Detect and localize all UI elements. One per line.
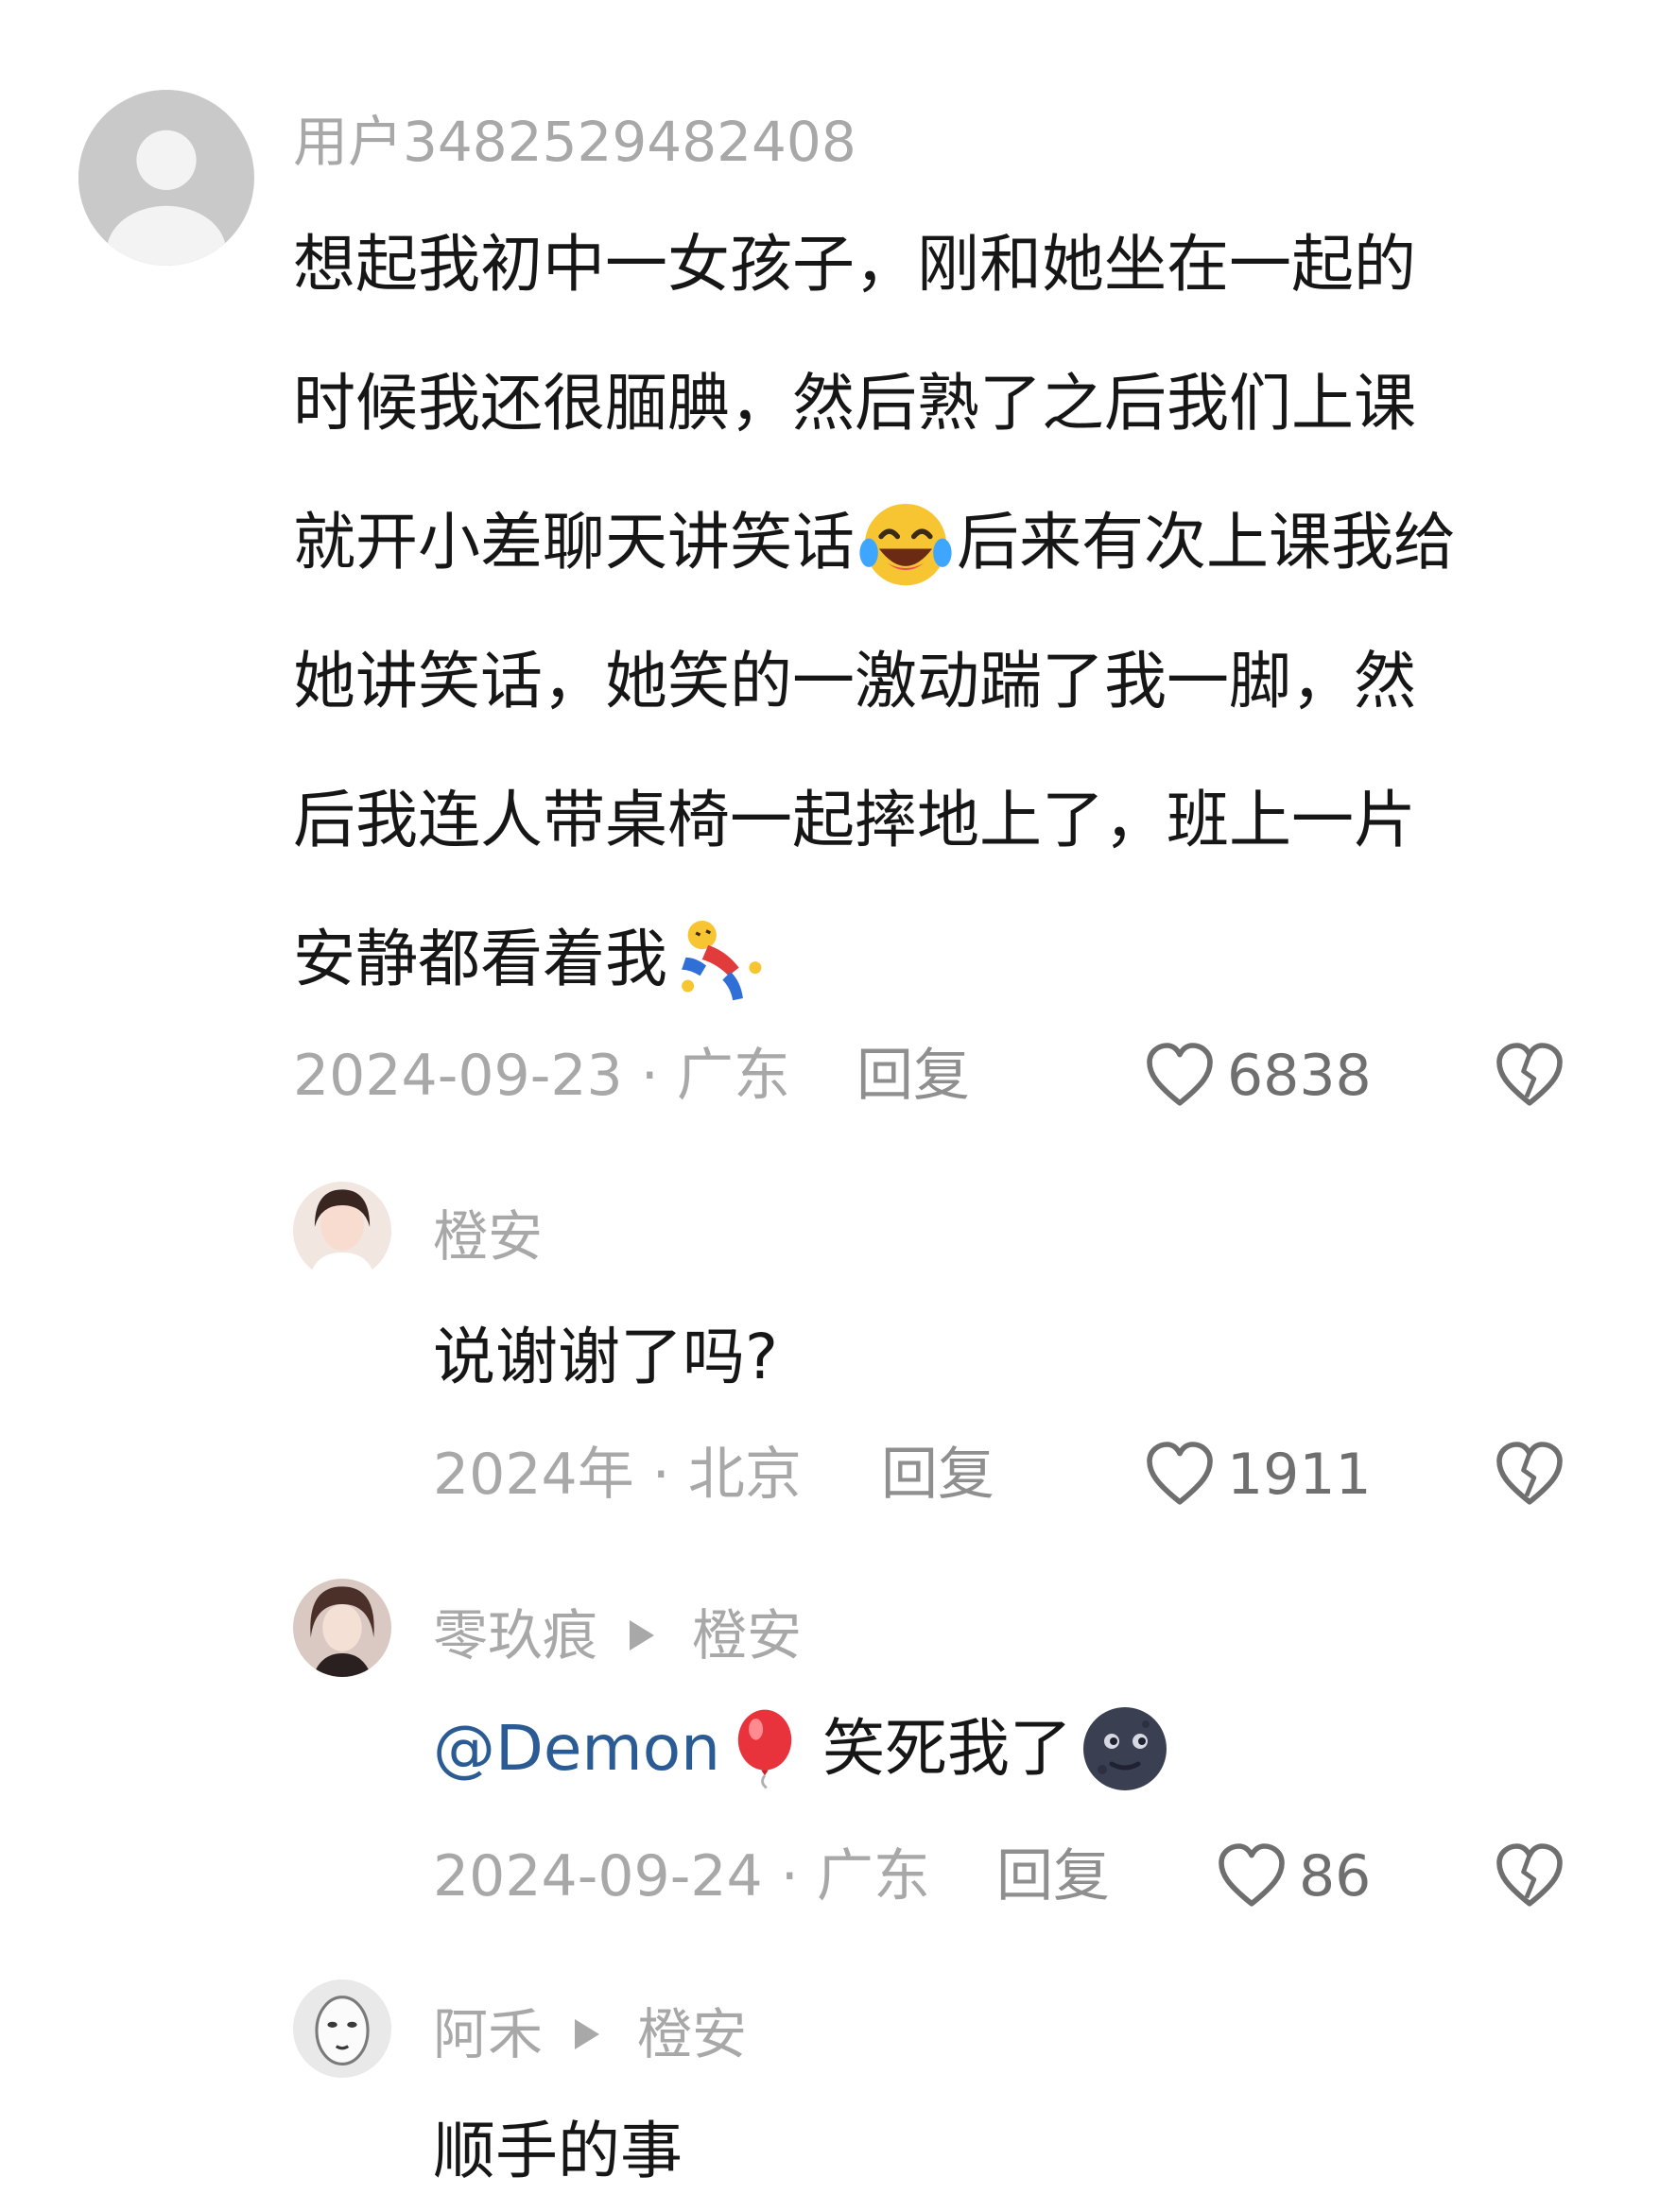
- reply-text: 说谢谢了吗?: [433, 1321, 779, 1393]
- like-count: 86: [1299, 1843, 1372, 1910]
- comment-text: 想起我初中一女孩子，刚和她坐在一起的 时候我还很腼腆，然后熟了之后我们上课 就开…: [293, 195, 1456, 1028]
- reply-username[interactable]: 阿禾: [433, 1996, 543, 2072]
- comment-line: 想起我初中一女孩子，刚和她坐在一起的: [293, 228, 1416, 301]
- reply-button[interactable]: 回复: [856, 1038, 970, 1114]
- comment-line: 她讲笑话，她笑的一激动踹了我一脚，然: [293, 645, 1416, 717]
- comment-line-segment: 后来有次上课我给: [957, 506, 1456, 579]
- comment-username[interactable]: 用户3482529482408: [293, 104, 856, 180]
- comment-thread: 用户3482529482408 想起我初中一女孩子，刚和她坐在一起的 时候我还很…: [0, 0, 1660, 2212]
- triangle-right-icon: [575, 2019, 600, 2049]
- avatar[interactable]: [293, 1579, 391, 1677]
- reply-date-location: 2024年 · 北京: [433, 1442, 802, 1508]
- broken-heart-icon[interactable]: [1492, 1437, 1567, 1512]
- broken-heart-icon[interactable]: [1492, 1839, 1567, 1914]
- avatar[interactable]: [293, 1979, 391, 2078]
- red-balloon-emoji: [720, 1704, 809, 1793]
- heart-outline-icon: [1214, 1839, 1289, 1914]
- like-count: 1911: [1227, 1442, 1372, 1508]
- falling-person-sticker: [667, 908, 769, 1011]
- comment-line: 后我连人带桌椅一起摔地上了，班上一片: [293, 784, 1416, 856]
- avatar[interactable]: [78, 90, 254, 266]
- reply-text-segment: 笑死我了: [821, 1712, 1072, 1785]
- comment-date-location: 2024-09-23 · 广东: [293, 1043, 790, 1109]
- comment-line-segment: 安静都看着我: [293, 923, 667, 995]
- reply-text: 顺手的事: [433, 2115, 683, 2187]
- reply-to-username[interactable]: 橙安: [637, 1996, 747, 2072]
- reply-username-row: 阿禾 橙安: [433, 1996, 747, 2072]
- heart-outline-icon: [1142, 1437, 1218, 1512]
- like-button[interactable]: 6838: [1142, 1038, 1372, 1114]
- reply-date-location: 2024-09-24 · 广东: [433, 1843, 930, 1910]
- reply-text: @Demon 笑死我了: [433, 1702, 1172, 1796]
- tears-of-joy-emoji: [855, 492, 957, 594]
- triangle-right-icon: [630, 1620, 655, 1650]
- reply-button[interactable]: 回复: [881, 1437, 994, 1512]
- comment-line: 就开小差聊天讲笑话 后来有次上课我给: [293, 473, 1456, 612]
- like-button[interactable]: 1911: [1142, 1437, 1372, 1512]
- reply-username[interactable]: 橙安: [433, 1199, 543, 1274]
- like-count: 6838: [1227, 1043, 1372, 1109]
- comment-line-segment: 就开小差聊天讲笑话: [293, 506, 855, 579]
- reply-button[interactable]: 回复: [996, 1839, 1110, 1914]
- reply-to-username[interactable]: 橙安: [692, 1598, 802, 1673]
- comment-line: 安静都看着我: [293, 890, 1456, 1028]
- comment-line: 时候我还很腼腆，然后熟了之后我们上课: [293, 367, 1416, 440]
- heart-outline-icon: [1142, 1038, 1218, 1114]
- avatar[interactable]: [293, 1182, 391, 1280]
- reply-username-row: 零玖痕 橙安: [433, 1598, 802, 1673]
- broken-heart-icon[interactable]: [1492, 1038, 1567, 1114]
- reply-username[interactable]: 零玖痕: [433, 1598, 597, 1673]
- like-button[interactable]: 86: [1214, 1839, 1371, 1914]
- mention-link[interactable]: @Demon: [433, 1702, 720, 1796]
- new-moon-face-emoji: [1078, 1702, 1172, 1796]
